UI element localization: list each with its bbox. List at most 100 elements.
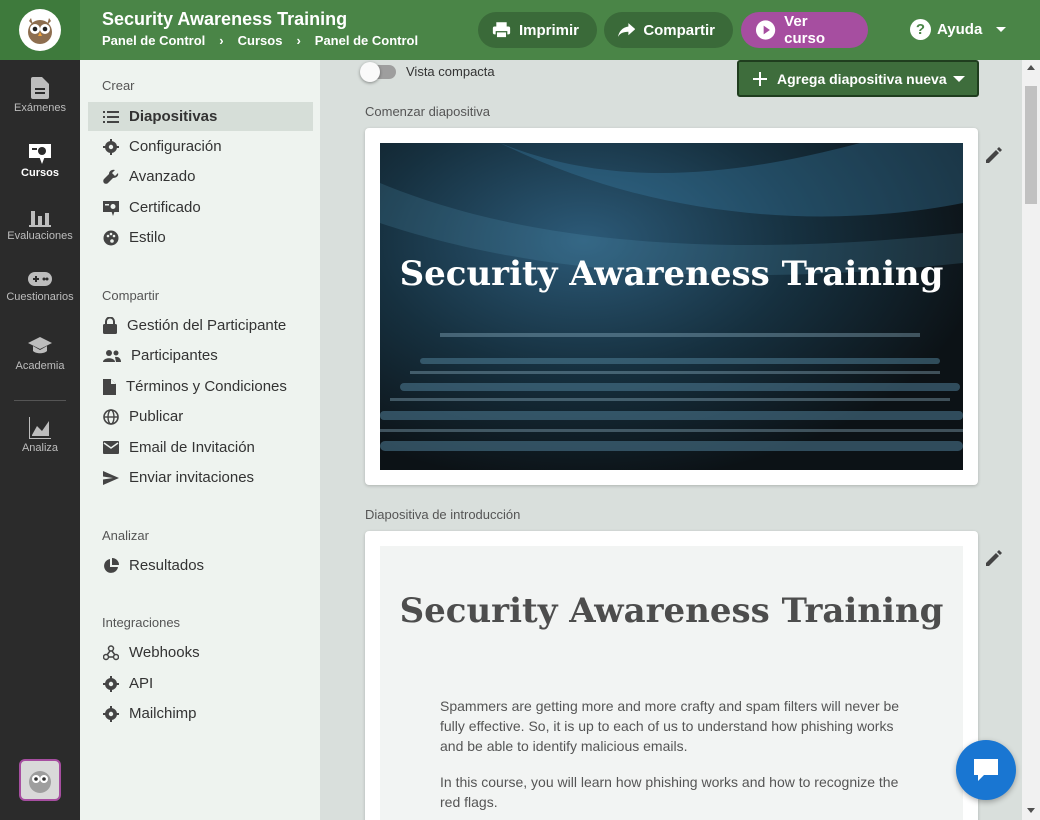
menu-item-gestion-participante[interactable]: Gestión del Participante xyxy=(88,311,313,340)
menu-item-resultados[interactable]: Resultados xyxy=(88,551,313,580)
chevron-right-icon: › xyxy=(296,33,301,48)
menu-label: Diapositivas xyxy=(129,108,218,125)
send-icon xyxy=(103,470,119,485)
menu-item-diapositivas[interactable]: Diapositivas xyxy=(88,102,313,131)
help-icon: ? xyxy=(910,19,931,40)
menu-label: Resultados xyxy=(129,557,205,574)
add-slide-label: Agrega diapositiva nueva xyxy=(777,70,947,87)
chat-bubble-icon xyxy=(974,759,998,781)
menu-item-avanzado[interactable]: Avanzado xyxy=(88,162,313,191)
edit-pencil-icon[interactable] xyxy=(984,548,1004,568)
plus-icon xyxy=(753,71,767,86)
menu-item-webhooks[interactable]: Webhooks xyxy=(88,638,313,667)
people-icon xyxy=(103,349,121,362)
palette-icon xyxy=(103,230,119,245)
rail-item-examenes[interactable]: Exámenes xyxy=(0,77,80,114)
menu-item-certificado[interactable]: Certificado xyxy=(88,193,313,222)
rail-label: Evaluaciones xyxy=(7,230,73,242)
menu-item-configuracion[interactable]: Configuración xyxy=(88,132,313,161)
menu-label: Estilo xyxy=(129,229,166,246)
menu-label: Email de Invitación xyxy=(129,439,255,456)
help-menu[interactable]: ? Ayuda xyxy=(910,19,1007,40)
scroll-up-arrow-icon[interactable] xyxy=(1027,65,1035,70)
side-menu: Crear Diapositivas Configuración Avanzad… xyxy=(80,60,320,820)
menu-label: Gestión del Participante xyxy=(127,317,287,334)
menu-item-terminos[interactable]: Términos y Condiciones xyxy=(88,372,313,401)
envelope-icon xyxy=(103,441,119,454)
compact-view-toggle[interactable]: Vista compacta xyxy=(360,61,495,82)
rail-item-evaluaciones[interactable]: Evaluaciones xyxy=(0,207,80,242)
menu-label: Términos y Condiciones xyxy=(126,378,287,395)
caret-down-icon xyxy=(996,27,1007,32)
start-slide-title: Security Awareness Training xyxy=(399,254,944,294)
menu-item-mailchimp[interactable]: Mailchimp xyxy=(88,699,313,728)
section-label-compartir: Compartir xyxy=(102,288,160,303)
rail-item-academia[interactable]: Academia xyxy=(0,337,80,372)
breadcrumb-item[interactable]: Panel de Control xyxy=(102,33,205,48)
intro-slide-title: Security Awareness Training xyxy=(399,591,944,631)
intro-paragraph: Spammers are getting more and more craft… xyxy=(440,698,900,754)
globe-icon xyxy=(103,408,119,425)
menu-item-email-invitacion[interactable]: Email de Invitación xyxy=(88,433,313,462)
chevron-right-icon: › xyxy=(219,33,224,48)
share-arrow-icon xyxy=(618,23,636,37)
start-slide-card[interactable]: Security Awareness Training xyxy=(365,128,978,485)
print-button[interactable]: Imprimir xyxy=(478,12,597,48)
intro-slide-preview: Security Awareness Training Spammers are… xyxy=(380,546,963,820)
breadcrumb-item[interactable]: Panel de Control d xyxy=(315,33,422,48)
top-bar: Security Awareness Training Panel de Con… xyxy=(0,0,1040,60)
menu-label: Avanzado xyxy=(129,168,196,185)
menu-label: Webhooks xyxy=(129,644,200,661)
compact-view-label: Vista compacta xyxy=(406,64,495,79)
intro-slide-card[interactable]: Security Awareness Training Spammers are… xyxy=(365,531,978,820)
help-label: Ayuda xyxy=(937,21,983,38)
view-course-label: Ver curso xyxy=(784,13,826,47)
menu-item-estilo[interactable]: Estilo xyxy=(88,223,313,252)
menu-item-api[interactable]: API xyxy=(88,669,313,698)
logo[interactable] xyxy=(0,0,80,60)
menu-label: Participantes xyxy=(131,347,218,364)
add-slide-button[interactable]: Agrega diapositiva nueva xyxy=(737,60,979,97)
rail-item-analiza[interactable]: Analiza xyxy=(0,417,80,454)
vertical-scrollbar[interactable] xyxy=(1022,60,1040,820)
webhook-icon xyxy=(103,644,119,660)
section-label-crear: Crear xyxy=(102,78,135,93)
printer-icon xyxy=(492,22,511,39)
intro-slide-label: Diapositiva de introducción xyxy=(365,507,521,522)
gear-icon xyxy=(103,675,119,692)
menu-label: API xyxy=(129,675,154,692)
toggle-switch[interactable] xyxy=(360,61,396,82)
rail-label: Academia xyxy=(15,360,65,372)
rail-label: Analiza xyxy=(21,442,59,454)
scrollbar-thumb[interactable] xyxy=(1025,86,1037,204)
caret-down-icon[interactable] xyxy=(953,76,965,82)
certificate-icon xyxy=(29,144,51,164)
owl-logo-icon xyxy=(19,9,61,51)
view-course-button[interactable]: Ver curso xyxy=(741,12,868,48)
menu-label: Configuración xyxy=(129,138,222,155)
graduation-cap-icon xyxy=(28,337,52,354)
lock-icon xyxy=(103,317,117,334)
rail-item-cuestionarios[interactable]: Cuestionarios xyxy=(0,272,80,303)
rail-item-cursos[interactable]: Cursos xyxy=(0,142,80,179)
gear-icon xyxy=(103,705,119,722)
rail-divider xyxy=(14,400,66,401)
chat-button[interactable] xyxy=(956,740,1016,800)
wrench-icon xyxy=(103,169,119,184)
breadcrumb: Panel de Control › Cursos › Panel de Con… xyxy=(102,33,422,48)
intro-paragraph: In this course, you will learn how phish… xyxy=(440,774,899,810)
user-avatar[interactable] xyxy=(19,759,61,801)
print-label: Imprimir xyxy=(518,21,579,39)
menu-item-enviar-invitaciones[interactable]: Enviar invitaciones xyxy=(88,463,313,492)
section-label-analizar: Analizar xyxy=(102,528,149,543)
menu-item-participantes[interactable]: Participantes xyxy=(88,341,313,370)
keyboard-background-icon xyxy=(380,143,963,451)
edit-pencil-icon[interactable] xyxy=(984,145,1004,165)
menu-label: Publicar xyxy=(129,408,184,425)
breadcrumb-item[interactable]: Cursos xyxy=(238,33,283,48)
menu-label: Certificado xyxy=(129,199,201,216)
menu-item-publicar[interactable]: Publicar xyxy=(88,402,313,431)
share-button[interactable]: Compartir xyxy=(604,12,733,48)
start-slide-image: Security Awareness Training xyxy=(380,143,963,470)
scroll-down-arrow-icon[interactable] xyxy=(1027,808,1035,813)
